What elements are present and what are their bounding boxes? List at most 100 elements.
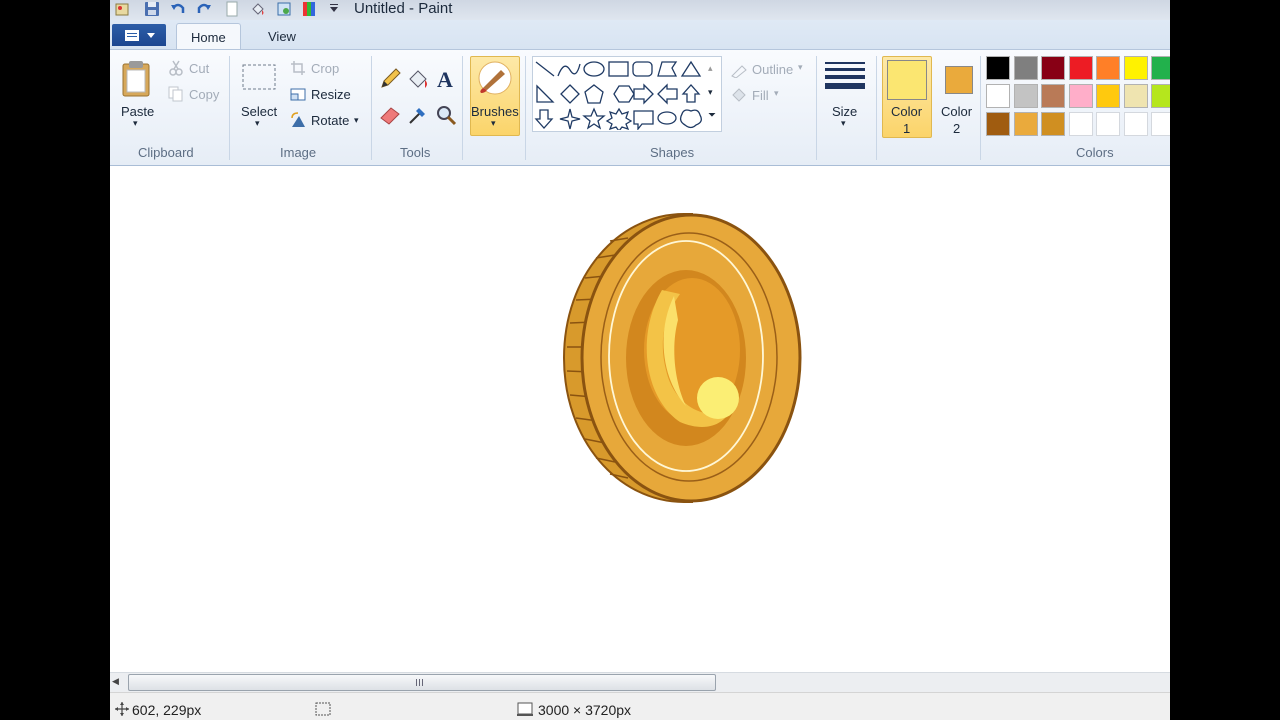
redo-icon[interactable] xyxy=(196,1,212,17)
image-group-label: Image xyxy=(280,145,317,160)
selection-size-icon xyxy=(314,701,332,720)
palette-swatch[interactable] xyxy=(1013,56,1038,80)
resize-button[interactable]: Resize xyxy=(311,87,351,102)
cursor-position: 602, 229px xyxy=(132,702,202,718)
palette-swatch[interactable] xyxy=(986,56,1010,80)
palette-swatch[interactable] xyxy=(1096,84,1120,108)
palette-swatch[interactable] xyxy=(1068,84,1093,108)
rotate-dropdown-arrow[interactable]: ▾ xyxy=(354,115,359,126)
palette-swatch[interactable] xyxy=(1096,56,1120,80)
color2-label-bottom[interactable]: 2 xyxy=(953,121,960,136)
palette-swatch[interactable] xyxy=(1151,56,1170,80)
shapes-scroll-down[interactable]: ▾ xyxy=(708,87,713,98)
tab-home[interactable]: Home xyxy=(176,23,241,50)
palette-swatch[interactable] xyxy=(1041,56,1065,80)
tab-view[interactable]: View xyxy=(254,23,310,50)
customize-toolbar-icon[interactable] xyxy=(328,1,344,17)
cut-icon xyxy=(168,60,184,81)
fill-icon xyxy=(730,87,748,108)
palette-swatch[interactable] xyxy=(1068,112,1093,136)
color2-label-top[interactable]: Color xyxy=(941,104,972,119)
shapes-more-button[interactable]: ⏷ xyxy=(708,110,716,121)
palette-swatch[interactable] xyxy=(1151,112,1170,136)
palette-swatch[interactable] xyxy=(1041,84,1065,108)
eraser-icon[interactable] xyxy=(378,103,402,132)
ribbon-home: Paste ▾ Cut Copy Clipboard Select ▾ Crop… xyxy=(110,49,1170,166)
edit-colors-quick-icon[interactable] xyxy=(302,1,318,17)
outline-button[interactable]: Outline xyxy=(752,62,793,77)
crop-button[interactable]: Crop xyxy=(311,61,339,76)
color1-swatch xyxy=(887,60,927,100)
group-separator xyxy=(462,56,463,160)
fill-tool-quick-icon[interactable] xyxy=(250,1,266,17)
cursor-position-icon xyxy=(114,701,130,720)
select-quick-icon[interactable] xyxy=(276,1,292,17)
paste-label[interactable]: Paste xyxy=(121,104,154,119)
size-icon[interactable] xyxy=(824,60,866,99)
text-icon[interactable]: A xyxy=(434,67,458,96)
scrollbar-thumb[interactable] xyxy=(128,674,716,691)
color1-label-bottom: 1 xyxy=(903,121,911,136)
magnifier-icon[interactable] xyxy=(434,103,458,132)
palette-swatch[interactable] xyxy=(1096,112,1120,136)
crop-icon xyxy=(290,60,306,81)
palette-swatch[interactable] xyxy=(1068,56,1093,80)
copy-button[interactable]: Copy xyxy=(189,87,219,102)
resize-icon xyxy=(290,86,306,107)
brushes-label: Brushes xyxy=(471,104,519,119)
canvas-area[interactable] xyxy=(110,166,1170,672)
cut-button[interactable]: Cut xyxy=(189,61,209,76)
copy-icon xyxy=(168,86,184,107)
palette-swatch[interactable] xyxy=(1013,84,1038,108)
palette-swatch[interactable] xyxy=(1151,84,1170,108)
group-separator xyxy=(371,56,372,160)
rotate-button[interactable]: Rotate xyxy=(311,113,349,128)
color-picker-icon[interactable] xyxy=(406,103,430,132)
palette-swatch[interactable] xyxy=(986,112,1010,136)
new-icon[interactable] xyxy=(224,1,240,17)
palette-swatch[interactable] xyxy=(1123,84,1148,108)
palette-swatch[interactable] xyxy=(1123,112,1148,136)
coin-drawing xyxy=(562,213,802,503)
fill-button[interactable]: Fill xyxy=(752,88,769,103)
brush-icon xyxy=(475,60,515,101)
rotate-icon xyxy=(290,112,306,133)
color2-swatch[interactable] xyxy=(945,66,973,94)
size-dropdown-arrow[interactable]: ▾ xyxy=(841,118,846,129)
paint-window: Untitled - Paint Home View Paste ▾ Cut C… xyxy=(110,0,1170,720)
select-dropdown-arrow[interactable]: ▾ xyxy=(255,118,260,129)
palette-swatch[interactable] xyxy=(1013,112,1038,136)
paste-icon[interactable] xyxy=(120,60,154,103)
scroll-left-arrow[interactable]: ◀ xyxy=(112,676,119,687)
group-separator xyxy=(229,56,230,160)
file-menu-button[interactable] xyxy=(112,24,166,46)
fill-with-color-icon[interactable] xyxy=(406,67,430,96)
tools-group-label: Tools xyxy=(400,145,431,160)
size-label[interactable]: Size xyxy=(832,104,857,119)
paste-dropdown-arrow[interactable]: ▾ xyxy=(133,118,138,129)
title-bar: Untitled - Paint xyxy=(110,0,1170,20)
horizontal-scrollbar[interactable]: ◀ xyxy=(110,672,1170,692)
outline-dropdown-arrow[interactable]: ▾ xyxy=(798,62,803,73)
undo-icon[interactable] xyxy=(170,1,186,17)
shapes-group-label: Shapes xyxy=(650,145,695,160)
palette-swatch[interactable] xyxy=(1123,56,1148,80)
group-separator xyxy=(816,56,817,160)
pencil-icon[interactable] xyxy=(378,67,402,96)
color1-label-top: Color xyxy=(891,104,923,119)
select-label[interactable]: Select xyxy=(241,104,277,119)
clipboard-group-label: Clipboard xyxy=(138,145,194,160)
save-icon[interactable] xyxy=(144,1,160,17)
shapes-scroll-up[interactable]: ▴ xyxy=(708,63,713,74)
palette-swatch[interactable] xyxy=(1041,112,1065,136)
outline-icon xyxy=(730,62,748,83)
palette-swatch[interactable] xyxy=(986,84,1010,108)
svg-text:A: A xyxy=(437,67,453,91)
group-separator xyxy=(980,56,981,160)
select-icon[interactable] xyxy=(242,62,276,97)
canvas-size: 3000 × 3720px xyxy=(538,702,632,718)
canvas-size-icon xyxy=(516,701,534,720)
fill-dropdown-arrow[interactable]: ▾ xyxy=(774,88,779,99)
status-bar: 602, 229px 3000 × 3720px xyxy=(110,692,1170,720)
ribbon-tab-row: Home View xyxy=(110,20,1170,50)
